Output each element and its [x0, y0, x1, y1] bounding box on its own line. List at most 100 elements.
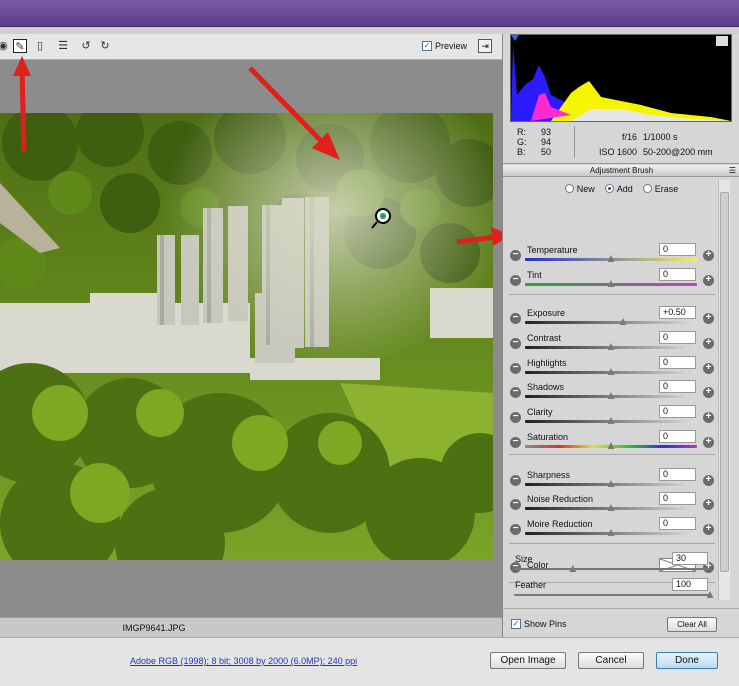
- tint-increase-icon[interactable]: +: [703, 275, 714, 286]
- histogram-graph: [511, 35, 731, 121]
- clear-all-button[interactable]: Clear All: [667, 617, 717, 632]
- moire-reduction-control: − Moire Reduction 0 +: [503, 517, 718, 543]
- sharpness-increase-icon[interactable]: +: [703, 475, 714, 486]
- image-info: R: 93 G: 94 B: 50 f/16 1/1000 s ISO 1600 50-2…: [503, 122, 739, 164]
- open-image-button[interactable]: Open Image: [490, 652, 566, 669]
- section-divider: [509, 294, 715, 295]
- preferences-icon[interactable]: ☰: [56, 39, 70, 53]
- sharpness-input[interactable]: 0: [659, 468, 696, 481]
- mode-new-radio[interactable]: [564, 184, 574, 193]
- sharpness-control: − Sharpness 0 +: [503, 468, 718, 494]
- preview-checkbox[interactable]: ✓: [422, 41, 432, 51]
- mode-erase[interactable]: Erase: [642, 184, 678, 194]
- filename-bar: IMGP9641.JPG: [0, 617, 502, 637]
- g-value: 94: [540, 137, 551, 147]
- temperature-decrease-icon[interactable]: −: [510, 250, 521, 261]
- exposure-decrease-icon[interactable]: −: [510, 313, 521, 324]
- rotate-left-icon[interactable]: ↺: [79, 39, 93, 53]
- done-button[interactable]: Done: [656, 652, 718, 669]
- section-divider: [509, 454, 715, 455]
- panel-scrollbar-thumb[interactable]: [720, 192, 729, 572]
- temperature-label: Temperature: [527, 245, 578, 255]
- show-pins-toggle[interactable]: ✓ Show Pins: [511, 619, 567, 629]
- temperature-input[interactable]: 0: [659, 243, 696, 256]
- shadows-label: Shadows: [527, 382, 565, 392]
- image-filename: IMGP9641.JPG: [122, 623, 186, 633]
- noise-reduction-decrease-icon[interactable]: −: [510, 499, 521, 510]
- temperature-increase-icon[interactable]: +: [703, 250, 714, 261]
- preview-label: Preview: [435, 41, 468, 51]
- annotation-arrow-icon: [13, 56, 31, 152]
- feather-control: Feather 100: [502, 578, 717, 603]
- contrast-input[interactable]: 0: [659, 331, 696, 344]
- photo-preview[interactable]: [0, 113, 493, 560]
- toolbar: ◉ ✎ ▯ ☰ ↺ ↻ ✓ Preview ⇥: [0, 34, 502, 60]
- shadows-decrease-icon[interactable]: −: [510, 387, 521, 398]
- exposure-control: − Exposure +0.50 +: [503, 306, 718, 332]
- clarity-input[interactable]: 0: [659, 405, 696, 418]
- noise-reduction-increase-icon[interactable]: +: [703, 499, 714, 510]
- noise-reduction-input[interactable]: 0: [659, 492, 696, 505]
- mode-new[interactable]: New: [564, 184, 595, 194]
- contrast-increase-icon[interactable]: +: [703, 338, 714, 349]
- b-value: 50: [540, 147, 551, 157]
- shadows-control: − Shadows 0 +: [503, 380, 718, 406]
- rgb-readout: R: 93 G: 94 B: 50: [517, 127, 551, 157]
- clarity-label: Clarity: [527, 407, 553, 417]
- saturation-label: Saturation: [527, 432, 569, 442]
- highlights-decrease-icon[interactable]: −: [510, 363, 521, 374]
- highlights-label: Highlights: [527, 358, 567, 368]
- highlights-increase-icon[interactable]: +: [703, 363, 714, 374]
- sharpness-label: Sharpness: [527, 470, 571, 480]
- clarity-increase-icon[interactable]: +: [703, 412, 714, 423]
- panel-menu-icon[interactable]: ☰: [729, 165, 736, 177]
- tint-control: − Tint 0 +: [503, 268, 718, 294]
- saturation-control: − Saturation 0 +: [503, 430, 718, 456]
- noise-reduction-control: − Noise Reduction 0 +: [503, 492, 718, 518]
- section-divider: [509, 543, 715, 544]
- saturation-decrease-icon[interactable]: −: [510, 437, 521, 448]
- shadows-input[interactable]: 0: [659, 380, 696, 393]
- mode-add-radio[interactable]: [604, 184, 614, 193]
- workflow-options-link[interactable]: Adobe RGB (1998); 8 bit; 3008 by 2000 (6…: [130, 656, 357, 666]
- annotation-arrow-icon: [248, 66, 340, 160]
- histogram: [510, 34, 732, 122]
- feather-input[interactable]: 100: [672, 578, 708, 591]
- tint-input[interactable]: 0: [659, 268, 696, 281]
- shadows-increase-icon[interactable]: +: [703, 387, 714, 398]
- shadow-clip-icon[interactable]: [511, 35, 519, 41]
- cancel-button[interactable]: Cancel: [578, 652, 644, 669]
- fullscreen-icon[interactable]: ⇥: [478, 39, 492, 53]
- saturation-input[interactable]: 0: [659, 430, 696, 443]
- aperture-value: f/16: [621, 132, 637, 142]
- sharpness-decrease-icon[interactable]: −: [510, 475, 521, 486]
- clarity-control: − Clarity 0 +: [503, 405, 718, 431]
- panel-scrollbar[interactable]: [718, 180, 730, 600]
- contrast-decrease-icon[interactable]: −: [510, 338, 521, 349]
- moire-reduction-decrease-icon[interactable]: −: [510, 524, 521, 535]
- tint-label: Tint: [527, 270, 542, 280]
- rotate-right-icon[interactable]: ↻: [98, 39, 112, 53]
- exposure-input[interactable]: +0.50: [659, 306, 696, 319]
- moire-reduction-input[interactable]: 0: [659, 517, 696, 530]
- feather-slider[interactable]: [514, 594, 710, 596]
- mode-erase-radio[interactable]: [642, 184, 652, 193]
- tint-decrease-icon[interactable]: −: [510, 275, 521, 286]
- noise-reduction-label: Noise Reduction: [527, 494, 594, 504]
- exposure-increase-icon[interactable]: +: [703, 313, 714, 324]
- highlight-clip-icon[interactable]: [716, 36, 728, 46]
- size-input[interactable]: 30: [672, 552, 708, 565]
- preview-toggle[interactable]: ✓ Preview: [422, 41, 467, 51]
- mode-add[interactable]: Add: [604, 184, 633, 194]
- adjustment-panel: R: 93 G: 94 B: 50 f/16 1/1000 s ISO 1600 50-2…: [502, 34, 739, 637]
- moire-reduction-increase-icon[interactable]: +: [703, 524, 714, 535]
- contrast-label: Contrast: [527, 333, 562, 343]
- saturation-increase-icon[interactable]: +: [703, 437, 714, 448]
- photo-illustration: [0, 113, 493, 560]
- exposure-slider[interactable]: [525, 321, 697, 324]
- highlights-input[interactable]: 0: [659, 356, 696, 369]
- size-slider[interactable]: [514, 568, 710, 570]
- show-pins-checkbox[interactable]: ✓: [511, 619, 521, 629]
- clarity-decrease-icon[interactable]: −: [510, 412, 521, 423]
- r-value: 93: [540, 127, 551, 137]
